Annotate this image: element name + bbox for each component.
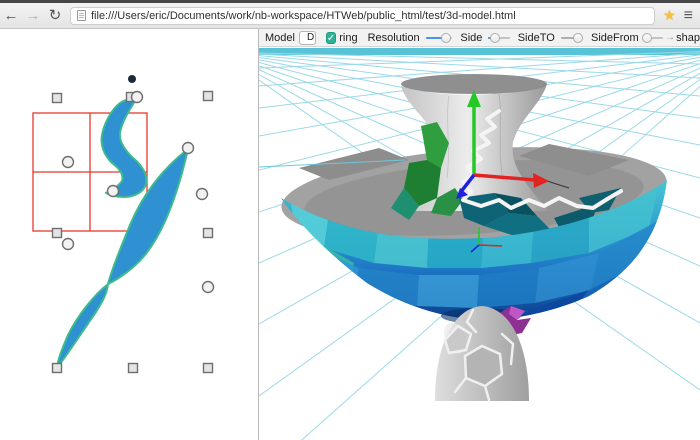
page-icon — [77, 10, 86, 21]
profile-curve-large-lower[interactable] — [56, 283, 109, 369]
slider-thumb[interactable] — [642, 32, 653, 43]
model-controls-toolbar: Model D ▲▼ ✓ ring Resolution Side SideTO… — [259, 29, 700, 47]
circle-handle[interactable] — [130, 90, 144, 104]
circle-handle[interactable] — [61, 155, 75, 169]
square-handle[interactable] — [202, 227, 214, 239]
circle-handle[interactable] — [181, 141, 195, 155]
bookmark-star-icon[interactable]: ★ — [663, 7, 676, 24]
sideto-label: SideTO — [517, 31, 555, 44]
curve-editor-svg[interactable] — [0, 29, 258, 440]
slider-thumb[interactable] — [573, 32, 584, 43]
circle-handle[interactable] — [106, 184, 120, 198]
url-text[interactable]: file:///Users/eric/Documents/work/nb-wor… — [91, 10, 516, 22]
arrow-icon: → — [665, 32, 676, 43]
model-label: Model — [265, 31, 295, 44]
address-bar[interactable]: file:///Users/eric/Documents/work/nb-wor… — [70, 6, 656, 25]
model-select[interactable]: D ▲▼ — [298, 30, 316, 45]
square-handle[interactable] — [51, 92, 63, 104]
side-slider[interactable] — [488, 32, 510, 44]
resolution-label: Resolution — [367, 31, 420, 44]
browser-toolbar: ← → ↻ file:///Users/eric/Documents/work/… — [0, 3, 700, 29]
back-icon[interactable]: ← — [0, 5, 22, 27]
sidefrom-label: SideFrom — [590, 31, 639, 44]
square-handle[interactable] — [127, 362, 139, 374]
square-handle[interactable] — [202, 90, 214, 102]
model-viewer-panel: Model D ▲▼ ✓ ring Resolution Side SideTO… — [258, 29, 700, 440]
menu-icon[interactable]: ≡ — [684, 7, 693, 25]
circle-handle[interactable] — [195, 187, 209, 201]
ring-checkbox[interactable]: ✓ — [325, 31, 337, 44]
square-handle[interactable] — [51, 362, 63, 374]
resolution-slider[interactable] — [425, 32, 453, 44]
filled-dot-handle[interactable] — [128, 75, 136, 83]
square-handle[interactable] — [51, 227, 63, 239]
curve-editor-panel — [0, 29, 258, 440]
square-handle[interactable] — [202, 362, 214, 374]
slider-thumb[interactable] — [440, 32, 451, 43]
slider-thumb[interactable] — [489, 32, 500, 43]
ring-label: ring — [339, 31, 358, 44]
shape-label-truncated: shap — [676, 31, 700, 44]
circle-handle[interactable] — [201, 280, 215, 294]
model-3d-canvas[interactable] — [259, 48, 700, 440]
side-label: Side — [460, 31, 483, 44]
sidefrom-slider[interactable] — [642, 32, 664, 44]
forward-icon[interactable]: → — [22, 5, 44, 27]
sideto-slider[interactable] — [560, 32, 584, 44]
model-select-value: D — [306, 32, 315, 43]
reload-icon[interactable]: ↻ — [44, 5, 66, 27]
circle-handle[interactable] — [61, 237, 75, 251]
